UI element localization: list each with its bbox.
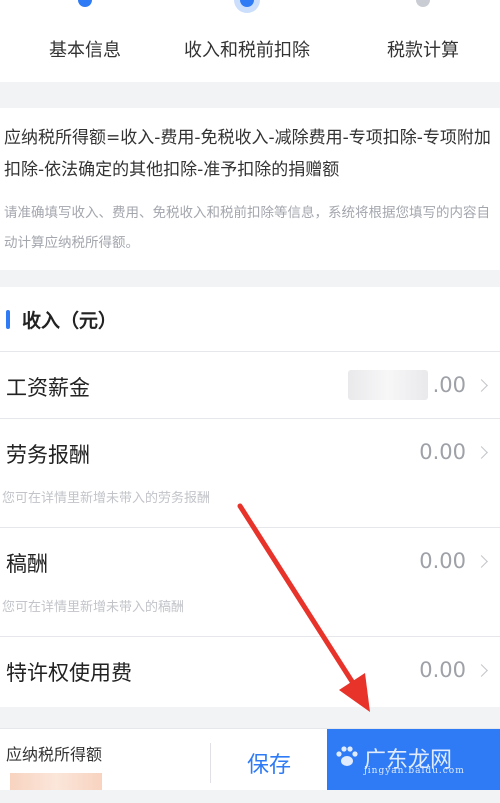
- row-label: 稿酬: [6, 552, 48, 576]
- blurred-amount: [348, 370, 428, 400]
- row-value: 0.00: [419, 440, 466, 464]
- watermark-url: jingyan.baidu.com: [364, 766, 465, 776]
- divider: [210, 743, 211, 783]
- income-row-salary[interactable]: 工资薪金 .00: [0, 352, 500, 418]
- row-value: 0.00: [419, 549, 466, 573]
- formula-hint: 请准确填写收入、费用、免税收入和税前扣除等信息，系统将根据您填写的内容自动计算应…: [4, 205, 490, 251]
- row-value: .00: [432, 373, 466, 397]
- step-label: 收入和税前扣除: [184, 40, 310, 61]
- income-row-royalty-manuscript[interactable]: 稿酬 0.00 您可在详情里新增未带入的稿酬: [0, 528, 500, 636]
- income-row-franchise-fee[interactable]: 特许权使用费 0.00: [0, 637, 500, 703]
- save-button[interactable]: 保存: [214, 729, 324, 790]
- row-hint: 您可在详情里新增未带入的稿酬: [2, 600, 185, 615]
- step-indicator: 基本信息 收入和税前扣除 税款计算: [0, 0, 500, 82]
- blurred-taxable-amount: [10, 773, 102, 790]
- taxable-income-formula: 应纳税所得额=收入-费用-免税收入-减除费用-专项扣除-专项附加扣除-依法确定的…: [4, 128, 491, 180]
- section-accent-bar: [6, 310, 10, 329]
- taxable-income-label: 应纳税所得额: [6, 745, 103, 764]
- row-label: 劳务报酬: [6, 443, 90, 467]
- bottom-action-bar: 应纳税所得额 保存 广东龙网 jingyan.baidu.com: [0, 728, 500, 790]
- income-section: 收入（元） 工资薪金 .00 劳务报酬 0.00 您可在详情里新增未带入的劳务报…: [0, 287, 500, 707]
- row-hint: 您可在详情里新增未带入的劳务报酬: [2, 491, 211, 506]
- row-value: 0.00: [419, 658, 466, 682]
- watermark: 广东龙网 jingyan.baidu.com: [334, 736, 474, 776]
- step-pending-dot-icon: [416, 0, 430, 7]
- row-label: 特许权使用费: [6, 661, 132, 685]
- next-button[interactable]: 广东龙网 jingyan.baidu.com: [327, 729, 500, 790]
- chevron-right-icon: [475, 446, 488, 459]
- step-label: 基本信息: [49, 40, 121, 61]
- step-current-dot-icon: [240, 0, 254, 7]
- section-title: 收入（元）: [22, 310, 118, 332]
- chevron-right-icon: [475, 664, 488, 677]
- paw-logo-icon: [336, 746, 358, 766]
- step-label: 税款计算: [387, 40, 459, 61]
- income-row-labor[interactable]: 劳务报酬 0.00 您可在详情里新增未带入的劳务报酬: [0, 419, 500, 527]
- chevron-right-icon: [475, 555, 488, 568]
- row-label: 工资薪金: [6, 376, 90, 400]
- formula-card: 应纳税所得额=收入-费用-免税收入-减除费用-专项扣除-专项附加扣除-依法确定的…: [0, 108, 500, 270]
- section-header: 收入（元）: [0, 287, 500, 351]
- step-done-dot-icon: [78, 0, 92, 7]
- chevron-right-icon: [475, 379, 488, 392]
